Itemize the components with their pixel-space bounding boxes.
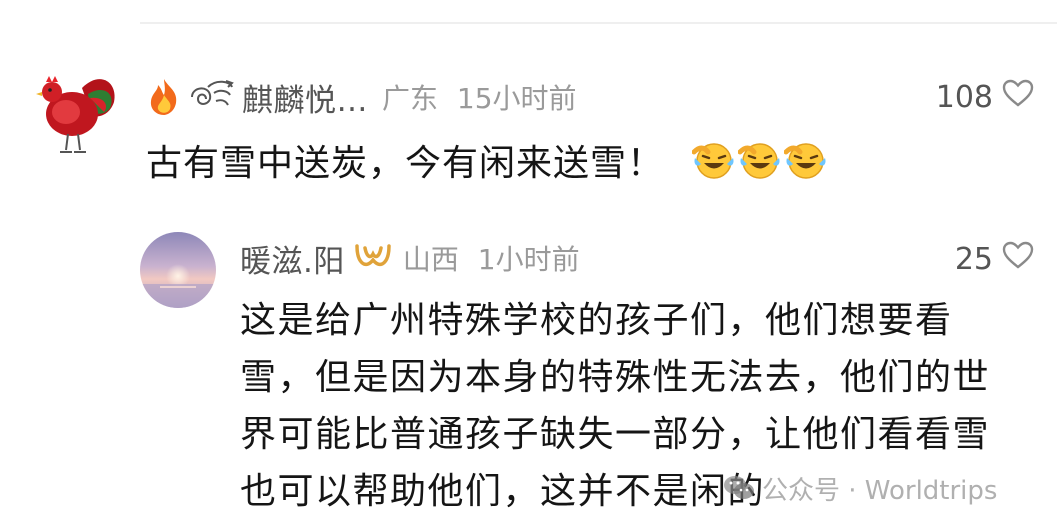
- sunset-avatar-icon: [140, 232, 216, 308]
- reply-time: 1小时前: [477, 243, 580, 276]
- avatar[interactable]: [140, 232, 216, 308]
- comment-like-count: 108: [935, 79, 993, 115]
- comment-username[interactable]: 麒麟悦…: [242, 75, 368, 120]
- badge-icon: [353, 240, 393, 276]
- comment-meta: 广东 15小时前: [382, 77, 577, 117]
- comment: 麒麟悦… 广东 15小时前 108 古有雪中送炭，今有闲来送雪！: [0, 60, 1057, 200]
- heart-icon[interactable]: [1001, 240, 1035, 278]
- heart-icon[interactable]: [1001, 78, 1035, 116]
- reply-user-line: 暖滋.阳 山西 1小时前: [240, 234, 580, 282]
- fire-icon: [146, 77, 182, 117]
- reply-text-line: 界可能比普通孩子缺失一部分，让他们看看雪: [240, 414, 991, 455]
- reply-meta: 山西 1小时前: [403, 238, 580, 278]
- laugh-cry-icon: [783, 140, 828, 180]
- comment-text: 古有雪中送炭，今有闲来送雪！: [146, 143, 665, 184]
- rooster-avatar-icon: [36, 76, 115, 153]
- comment-location: 广东: [382, 82, 439, 115]
- comment-time: 15小时前: [456, 82, 577, 115]
- reply-like-button[interactable]: 25: [955, 240, 1035, 278]
- reply-like-count: 25: [954, 241, 993, 277]
- top-divider: [140, 22, 1057, 24]
- wechat-icon: [722, 473, 756, 503]
- reply-text-line: 雪，但是因为本身的特殊性无法去，他们的世: [240, 357, 991, 398]
- watermark: 公众号 · Worldtrips: [722, 470, 997, 506]
- laugh-cry-icon: [691, 140, 736, 180]
- comment-like-button[interactable]: 108: [936, 78, 1035, 116]
- emoji-row: [691, 140, 830, 180]
- comment-text-row: 古有雪中送炭，今有闲来送雪！: [146, 134, 830, 186]
- watermark-text: 公众号 · Worldtrips: [762, 475, 998, 506]
- reply-text-line: 这是给广州特殊学校的孩子们，他们想要看: [240, 300, 953, 341]
- avatar[interactable]: [30, 68, 122, 160]
- reply-location: 山西: [402, 243, 459, 276]
- comment-user-line: 麒麟悦… 广东 15小时前: [146, 72, 577, 122]
- laugh-cry-icon: [737, 140, 782, 180]
- reply-username[interactable]: 暖滋.阳: [240, 236, 345, 281]
- swirl-icon: [186, 77, 238, 117]
